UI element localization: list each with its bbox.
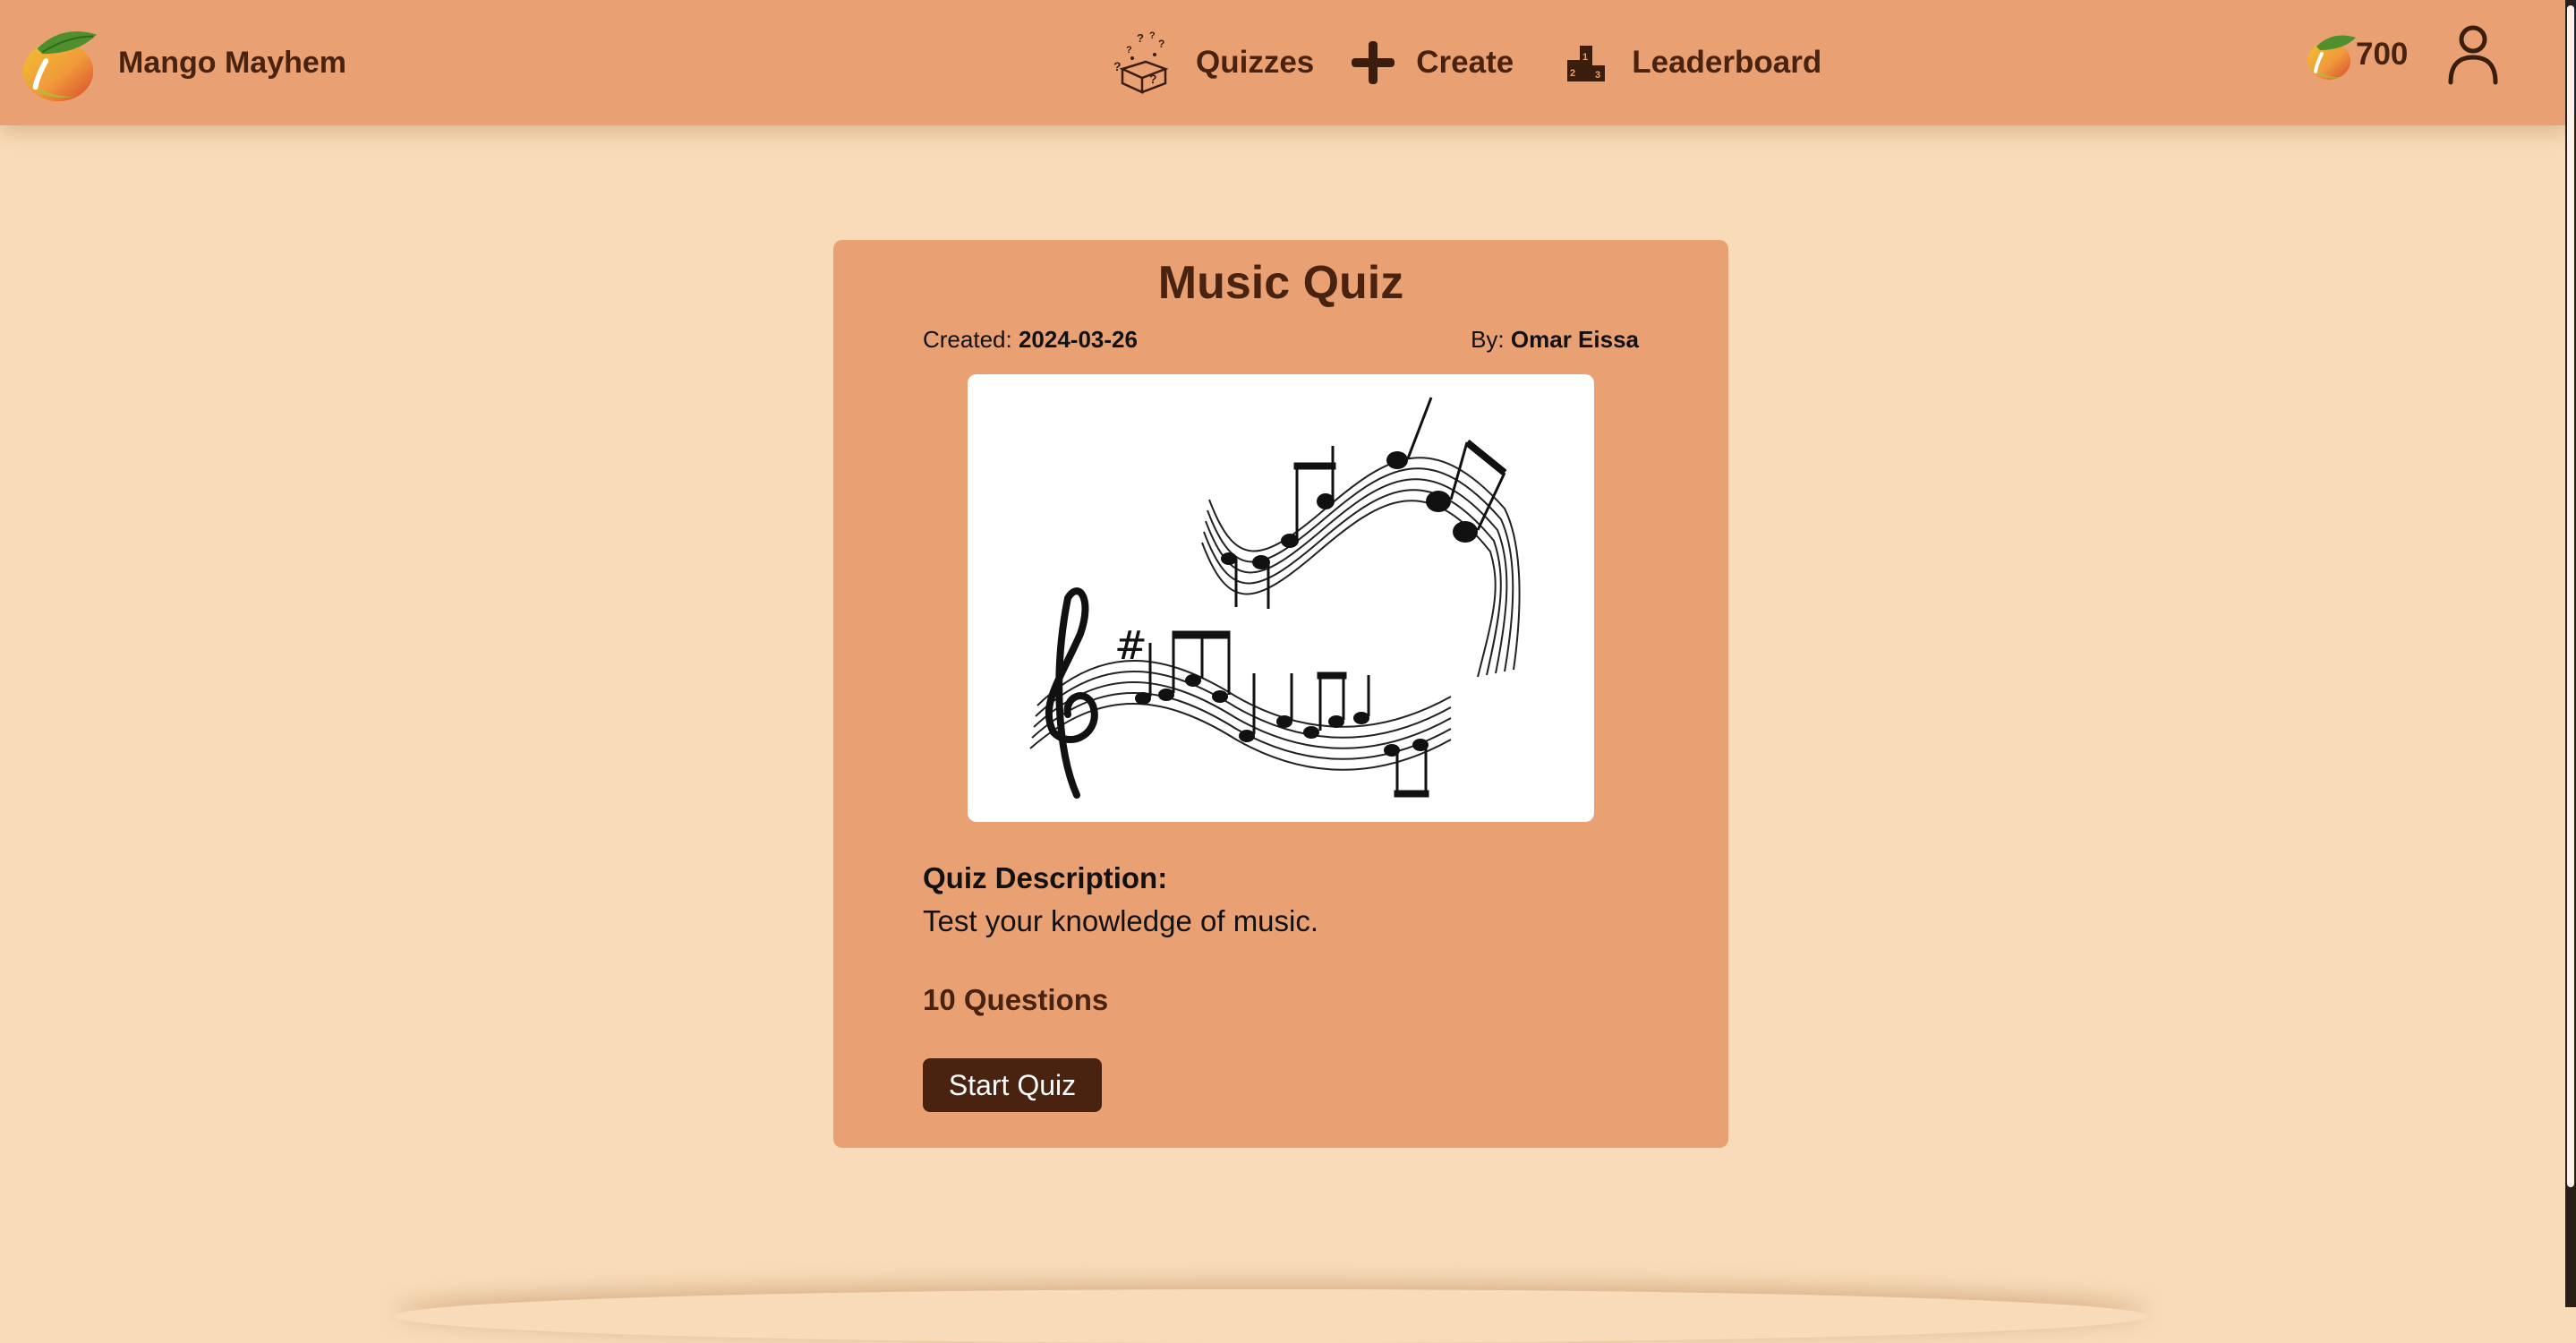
author-meta: By: Omar Eissa bbox=[1471, 326, 1639, 354]
description-label: Quiz Description: bbox=[923, 861, 1168, 894]
created-date: 2024-03-26 bbox=[1018, 326, 1138, 353]
description-text: Test your knowledge of music. bbox=[923, 904, 1319, 937]
page-scrollbar[interactable] bbox=[2565, 0, 2576, 1307]
svg-text:3: 3 bbox=[1595, 70, 1600, 81]
svg-text:1: 1 bbox=[1582, 52, 1588, 63]
start-quiz-button[interactable]: Start Quiz bbox=[923, 1058, 1102, 1112]
nav-leaderboard[interactable]: 1 2 3 Leaderboard bbox=[1565, 42, 1821, 83]
coin-count: 700 bbox=[2356, 37, 2409, 72]
quiz-card: Music Quiz Created: 2024-03-26 By: Omar … bbox=[833, 240, 1728, 1148]
nav-quizzes-label: Quizzes bbox=[1196, 45, 1315, 80]
svg-text:?: ? bbox=[1149, 72, 1157, 86]
podium-icon: 1 2 3 bbox=[1565, 42, 1607, 83]
scrollbar-thumb[interactable] bbox=[2567, 5, 2574, 1187]
plus-icon bbox=[1350, 39, 1396, 86]
svg-text:#: # bbox=[1114, 623, 1147, 669]
profile-button[interactable] bbox=[2445, 23, 2501, 86]
nav-leaderboard-label: Leaderboard bbox=[1632, 45, 1822, 80]
svg-text:?: ? bbox=[1149, 30, 1156, 41]
svg-text:?: ? bbox=[1113, 59, 1122, 73]
svg-text:?: ? bbox=[1126, 45, 1132, 56]
created-meta: Created: 2024-03-26 bbox=[923, 326, 1138, 354]
coin-balance: 700 bbox=[2304, 23, 2408, 86]
quizzes-icon: ? ? ? ? ? ? bbox=[1110, 30, 1176, 96]
author-name: Omar Eissa bbox=[1510, 326, 1639, 353]
main-nav: ? ? ? ? ? ? Quizzes Create 1 2 3 Leaderb… bbox=[1110, 21, 1821, 104]
top-navbar: Mango Mayhem ? ? ? ? ? ? Quizzes Create … bbox=[0, 0, 2569, 125]
nav-create-label: Create bbox=[1416, 45, 1514, 80]
nav-quizzes[interactable]: ? ? ? ? ? ? Quizzes bbox=[1110, 30, 1314, 96]
mango-logo-icon bbox=[16, 19, 104, 107]
mango-coin-icon bbox=[2304, 27, 2359, 82]
footer-shadow bbox=[394, 1289, 2148, 1343]
quiz-title: Music Quiz bbox=[1157, 257, 1404, 309]
user-icon bbox=[2445, 25, 2501, 90]
created-label: Created: bbox=[923, 326, 1012, 353]
brand-name: Mango Mayhem bbox=[118, 45, 347, 80]
music-notes-image: # bbox=[1029, 397, 1521, 799]
author-label: By: bbox=[1471, 326, 1505, 353]
svg-text:2: 2 bbox=[1570, 68, 1575, 79]
question-count: 10 Questions bbox=[923, 983, 1109, 1016]
nav-create[interactable]: Create bbox=[1350, 39, 1514, 86]
svg-text:?: ? bbox=[1137, 31, 1144, 45]
quiz-image: # bbox=[968, 374, 1594, 822]
brand[interactable]: Mango Mayhem bbox=[16, 18, 346, 107]
svg-text:?: ? bbox=[1158, 38, 1164, 50]
